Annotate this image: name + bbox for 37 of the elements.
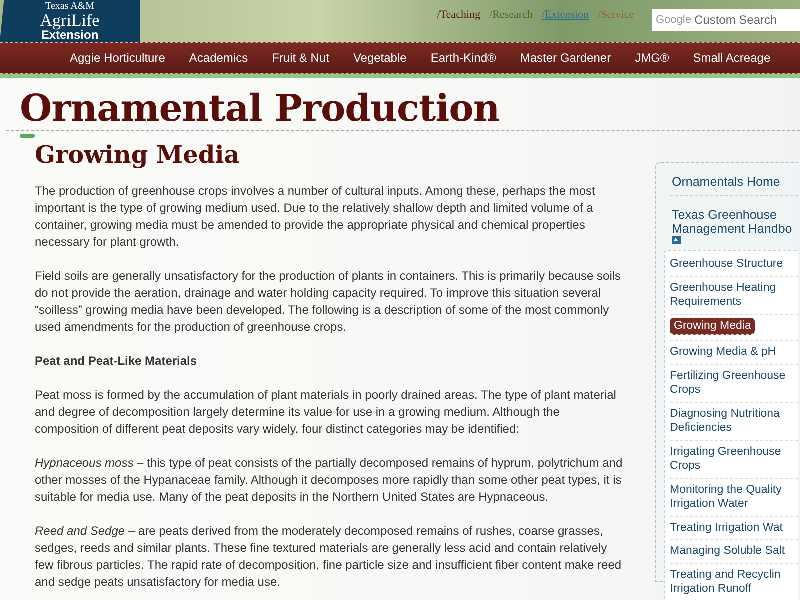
submenu-link[interactable]: Diagnosing Nutritiona Deficiencies <box>670 402 798 440</box>
article-title: Growing Media <box>35 140 241 169</box>
submenu-link[interactable]: Greenhouse Heating Requirements <box>670 276 798 314</box>
top-link[interactable]: /Teaching <box>437 9 481 23</box>
submenu-link[interactable]: Monitoring the Quality Irrigation Water <box>670 478 798 516</box>
submenu-link[interactable]: Growing Media <box>670 318 756 335</box>
paragraph: Field soils are generally unsatisfactory for the production of plants in containers. This is primarily because soils do not provide the aeration, drainage and water holding capacity required. To improve this situation several “soilless” growing media have been developed. The following is a description of some of the most commonly used amendments for the production of greenhouse crops. <box>35 268 622 336</box>
submenu-link[interactable]: Growing Media & pH <box>670 341 798 364</box>
nav-link[interactable]: Aggie Horticulture <box>58 51 178 65</box>
nav-link[interactable]: Academics <box>177 51 260 65</box>
submenu-link[interactable]: Managing Soluble Salt <box>670 540 798 564</box>
submenu-link[interactable]: Treating and Recyclin Irrigation Runoff <box>670 564 798 600</box>
logo-text: Extension <box>41 28 99 40</box>
nav-link[interactable]: Earth-Kind® <box>418 51 508 65</box>
submenu-link[interactable]: Fertilizing Greenhouse Crops <box>670 364 798 402</box>
submenu-link[interactable]: Greenhouse Structure <box>670 253 798 276</box>
nav-link[interactable]: Vegetable <box>341 51 419 65</box>
search-field[interactable]: Custom Search <box>694 9 800 31</box>
logo[interactable]: Texas A&M AgriLife Extension <box>0 0 140 42</box>
paragraph: Peat moss is formed by the accumulation of plant materials in poorly drained areas. The type of plant material and degree of decomposition largely determine its value for use in a growing medium. Although the composition of different peat deposits vary widely, four distinct categories may be identified: <box>35 387 618 438</box>
search-brand: Google <box>652 9 694 31</box>
submenu-link[interactable]: Treating Irrigation Wat <box>670 516 798 540</box>
logo-text: AgriLife <box>40 12 100 28</box>
sidebar-link[interactable]: Ornamentals Home <box>670 171 798 196</box>
paragraph: The production of greenhouse crops involves a number of cultural inputs. Among these, perhaps the most important is the type of growing medium used. Due to the relatively shallow depth and limited volume of a container, growing media must be amended to provide the appropriate physical and chemical properties necessary for plant growth. <box>35 183 596 251</box>
paragraph: Reed and Sedge – are peats derived from the moderately decomposed remains of rushes, coarse grasses, sedges, reeds and similar plants. These fine textured materials are generally less acid and contain relatively few fibrous particles. The rapid rate of decomposition, fine particle size and insufficient fiber content make reed and sedge peats unsatisfactory for media use. <box>35 523 623 591</box>
paragraph: Hypnaceous moss – this type of peat consists of the partially decomposed remains of hyprum, polytrichum and other mosses of the Hypanaceae family. Although it decomposes more rapidly than some other peat types, it is suitable for media use. Many of the peat deposits in the Northern United States are Hypnaceous. <box>35 455 624 506</box>
nav-link[interactable]: Small Acreage <box>681 51 783 65</box>
nav-link[interactable]: JMG® <box>623 51 682 65</box>
section-heading: Peat and Peat-Like Materials <box>35 353 198 370</box>
logo-text: Texas A&M <box>45 2 95 12</box>
nav-link[interactable]: Fruit & Nut <box>260 51 342 65</box>
sidebar-link[interactable]: Texas Greenhouse Management Handbo <box>670 204 798 238</box>
collapse-icon[interactable] <box>672 236 681 244</box>
page-title: Ornamental Production <box>19 85 501 130</box>
submenu-link[interactable]: Irrigating Greenhouse Crops <box>670 440 798 478</box>
nav-link[interactable]: Master Gardener <box>508 51 624 65</box>
